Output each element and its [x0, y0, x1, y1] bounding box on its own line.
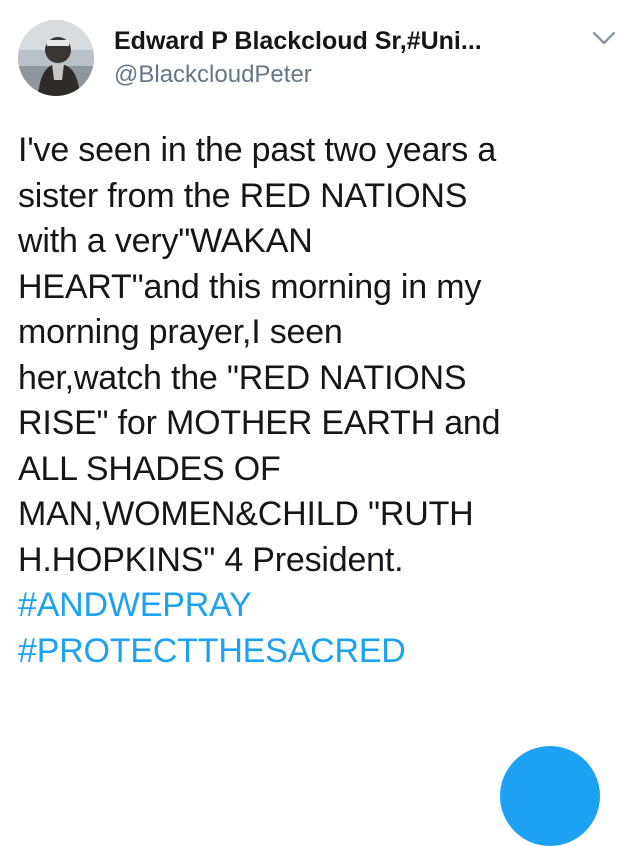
- tweet-header: Edward P Blackcloud Sr,#Uni... @Blackclo…: [18, 20, 622, 100]
- author-names: Edward P Blackcloud Sr,#Uni... @Blackclo…: [114, 26, 574, 90]
- tweet-text-line: sister from the RED NATIONS: [18, 176, 468, 215]
- tweet-text-line: RISE" for MOTHER EARTH and: [18, 404, 501, 442]
- hashtag-link-protectthesacred[interactable]: #PROTECTTHESACRED: [18, 629, 624, 675]
- compose-tweet-button[interactable]: [500, 746, 600, 846]
- tweet-text-line: with a very"WAKAN: [18, 222, 313, 260]
- tweet-text-line: I've seen in the past two years a: [18, 131, 497, 169]
- chevron-down-icon: [592, 31, 616, 45]
- author-avatar[interactable]: [18, 20, 94, 96]
- tweet-text: I've seen in the past two years a sister…: [18, 128, 624, 674]
- tweet-text-line: MAN,WOMEN&CHILD "RUTH: [18, 495, 474, 533]
- author-handle[interactable]: @BlackcloudPeter: [114, 60, 574, 90]
- tweet-card: Edward P Blackcloud Sr,#Uni... @Blackclo…: [0, 0, 640, 846]
- hashtag-link-andwepray[interactable]: #ANDWEPRAY: [18, 583, 624, 629]
- tweet-menu-button[interactable]: [590, 28, 618, 48]
- author-display-name[interactable]: Edward P Blackcloud Sr,#Uni...: [114, 26, 574, 56]
- tweet-text-line: HEART"and this morning in my: [18, 267, 482, 306]
- tweet-text-line: ALL SHADES OF: [18, 449, 281, 488]
- tweet-text-line: H.HOPKINS" 4 President.: [18, 540, 404, 579]
- tweet-text-line: her,watch the "RED NATIONS: [18, 358, 467, 397]
- tweet-text-line: morning prayer,I seen: [18, 313, 343, 351]
- user-avatar-photo-icon: [18, 20, 94, 96]
